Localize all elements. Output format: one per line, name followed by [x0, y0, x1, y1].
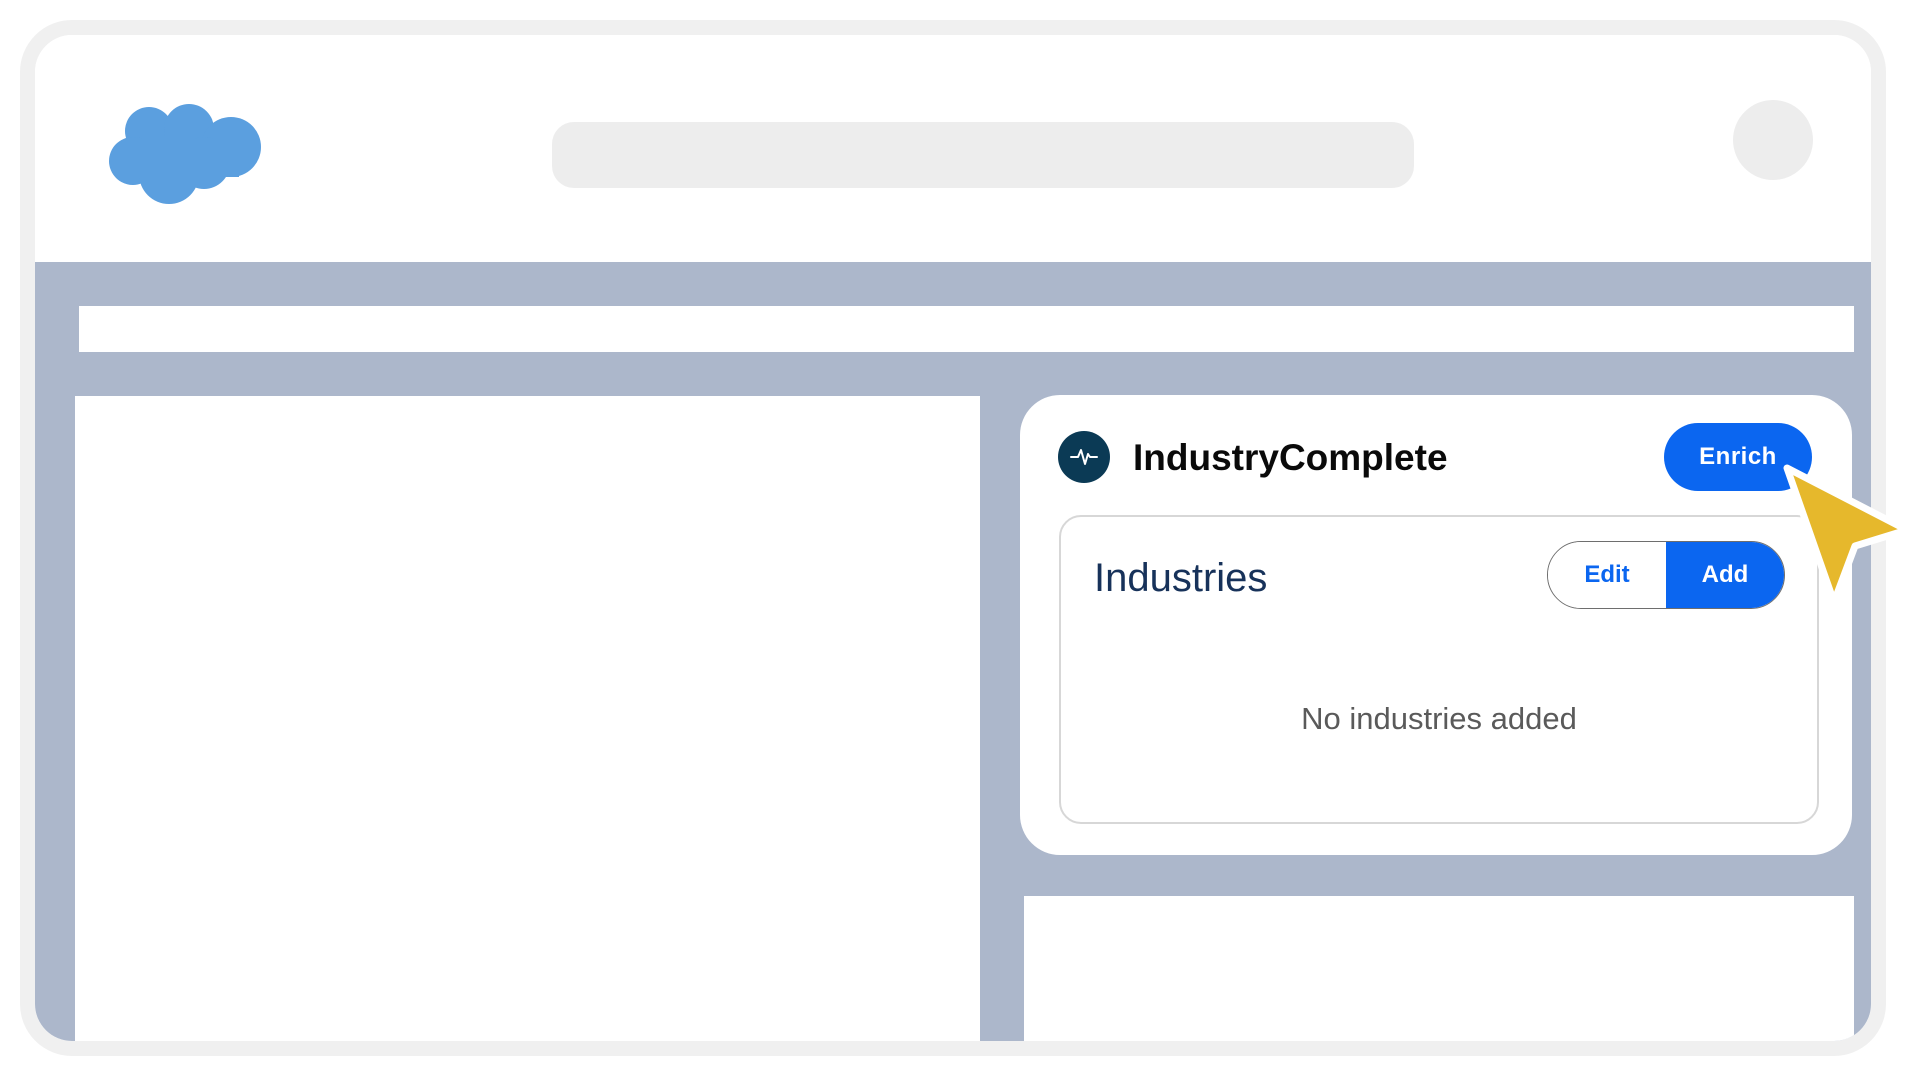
browser-frame: IndustryComplete Enrich Industries Edit …	[20, 20, 1886, 1056]
avatar[interactable]	[1733, 100, 1813, 180]
card-title: IndustryComplete	[1133, 437, 1448, 478]
record-header-placeholder	[79, 306, 1854, 352]
edit-add-button-group: Edit Add	[1547, 541, 1785, 609]
add-button[interactable]: Add	[1666, 542, 1784, 608]
top-navigation-bar	[35, 35, 1871, 262]
page-content: IndustryComplete Enrich Industries Edit …	[35, 262, 1871, 1041]
industrycomplete-card: IndustryComplete Enrich Industries Edit …	[1020, 395, 1852, 855]
empty-state-message: No industries added	[1301, 701, 1577, 736]
bottom-right-panel-placeholder	[1024, 896, 1854, 1041]
search-bar[interactable]	[552, 122, 1414, 188]
pulse-icon	[1058, 431, 1110, 483]
salesforce-cloud-icon[interactable]	[109, 99, 269, 211]
section-title: Industries	[1094, 556, 1268, 600]
cursor-pointer-icon	[1779, 462, 1919, 612]
left-panel-placeholder	[75, 396, 980, 1041]
industries-section: Industries Edit Add No industries added	[1059, 515, 1819, 824]
edit-button[interactable]: Edit	[1548, 542, 1666, 608]
